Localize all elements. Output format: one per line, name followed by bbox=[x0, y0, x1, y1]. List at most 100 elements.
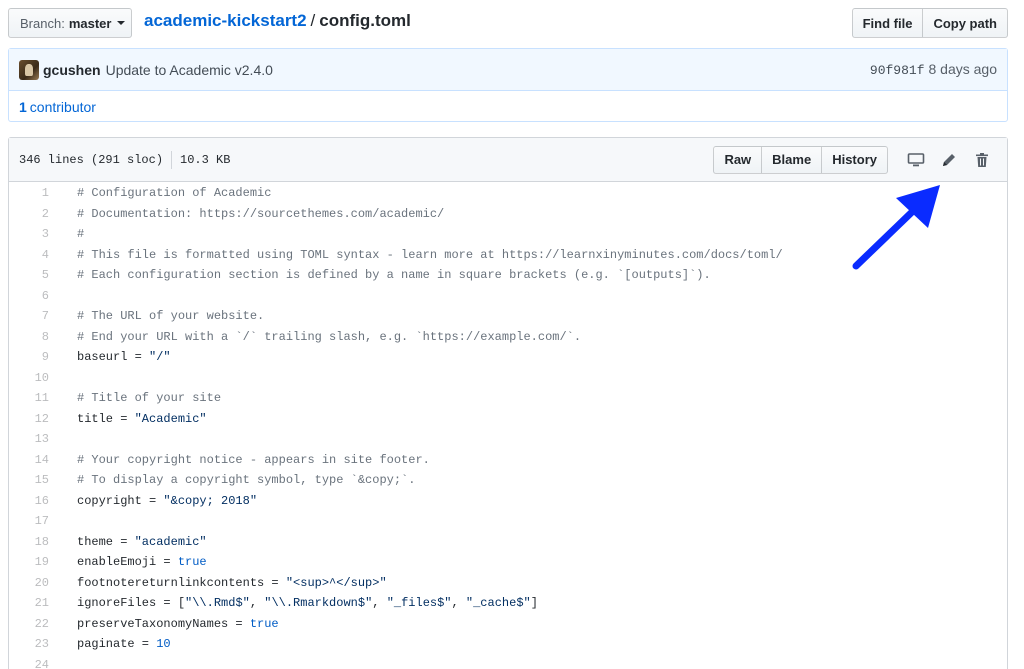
line-content: # Configuration of Academic bbox=[59, 186, 271, 200]
code-token: "\\.Rmd$" bbox=[185, 596, 250, 611]
file-viewer: 346 lines (291 sloc) 10.3 KB Raw Blame H… bbox=[8, 137, 1008, 669]
line-number[interactable]: 4 bbox=[9, 248, 59, 262]
contributors-row[interactable]: 1 contributor bbox=[9, 91, 1007, 122]
code-line: 4 # This file is formatted using TOML syn… bbox=[9, 245, 1007, 266]
line-number[interactable]: 10 bbox=[9, 371, 59, 385]
line-number[interactable]: 24 bbox=[9, 658, 59, 669]
code-line: 2 # Documentation: https://sourcethemes.c… bbox=[9, 204, 1007, 225]
line-number[interactable]: 21 bbox=[9, 596, 59, 610]
code-token: footnotereturnlinkcontents = bbox=[77, 575, 286, 590]
commit-meta: 90f981f 8 days ago bbox=[870, 61, 997, 78]
commit-author[interactable]: gcushen bbox=[43, 62, 101, 78]
code-line: 13 bbox=[9, 429, 1007, 450]
breadcrumb-separator: / bbox=[310, 11, 316, 30]
commit-tease: gcushen Update to Academic v2.4.0 90f981… bbox=[8, 48, 1008, 122]
find-file-button[interactable]: Find file bbox=[851, 8, 924, 38]
file-info-divider bbox=[171, 150, 173, 169]
line-number[interactable]: 12 bbox=[9, 412, 59, 426]
line-number[interactable]: 6 bbox=[9, 289, 59, 303]
line-content: # Each configuration section is defined … bbox=[59, 268, 711, 282]
chevron-down-icon bbox=[117, 21, 126, 25]
code-token: true bbox=[177, 555, 207, 570]
latest-commit-row: gcushen Update to Academic v2.4.0 90f981… bbox=[9, 49, 1007, 91]
desktop-icon[interactable] bbox=[901, 146, 931, 174]
file-info: 346 lines (291 sloc) 10.3 KB bbox=[19, 150, 230, 169]
code-line: 19 enableEmoji = true bbox=[9, 552, 1007, 573]
code-line: 8 # End your URL with a `/` trailing slas… bbox=[9, 327, 1007, 348]
code-token: ] bbox=[530, 596, 538, 611]
line-content: # Title of your site bbox=[59, 391, 221, 405]
history-button[interactable]: History bbox=[822, 145, 888, 174]
code-token: "<sup>^</sup>" bbox=[285, 575, 387, 590]
code-token: # Title of your site bbox=[77, 391, 222, 406]
code-token: copyright = bbox=[77, 493, 164, 508]
code-line: 15 # To display a copyright symbol, type … bbox=[9, 470, 1007, 491]
avatar[interactable] bbox=[19, 59, 39, 80]
file-nav-buttons: Find file Copy path bbox=[851, 8, 1008, 38]
code-token: # Your copyright notice - appears in sit… bbox=[77, 452, 430, 467]
code-token: "Academic" bbox=[134, 411, 207, 426]
line-number[interactable]: 23 bbox=[9, 637, 59, 651]
code-token: "_cache$" bbox=[465, 596, 531, 611]
breadcrumb-repo-link[interactable]: academic-kickstart2 bbox=[144, 11, 307, 30]
code-line: 20 footnotereturnlinkcontents = "<sup>^</… bbox=[9, 573, 1007, 594]
code-token: # Documentation: https://sourcethemes.co… bbox=[77, 206, 445, 221]
line-number[interactable]: 7 bbox=[9, 309, 59, 323]
code-token: # End your URL with a `/` trailing slash… bbox=[77, 329, 582, 344]
branch-select-button[interactable]: Branch: master bbox=[8, 8, 132, 38]
code-line: 12 title = "Academic" bbox=[9, 409, 1007, 430]
code-line: 3 # bbox=[9, 224, 1007, 245]
code-token: , bbox=[451, 596, 466, 611]
line-number[interactable]: 1 bbox=[9, 186, 59, 200]
code-token: paginate = bbox=[77, 637, 157, 652]
blame-button[interactable]: Blame bbox=[762, 145, 823, 174]
raw-button[interactable]: Raw bbox=[713, 145, 763, 174]
line-number[interactable]: 20 bbox=[9, 576, 59, 590]
line-number[interactable]: 14 bbox=[9, 453, 59, 467]
line-content: theme = "academic" bbox=[59, 535, 207, 549]
code-line: 17 bbox=[9, 511, 1007, 532]
line-number[interactable]: 19 bbox=[9, 555, 59, 569]
commit-sha[interactable]: 90f981f bbox=[870, 63, 925, 78]
code-line: 21 ignoreFiles = ["\\.Rmd$", "\\.Rmarkdow… bbox=[9, 593, 1007, 614]
code-token: , bbox=[249, 596, 265, 611]
file-navigation: Branch: master academic-kickstart2/confi… bbox=[8, 8, 1008, 38]
code-line: 11 # Title of your site bbox=[9, 388, 1007, 409]
line-number[interactable]: 9 bbox=[9, 350, 59, 364]
code-line: 10 bbox=[9, 368, 1007, 389]
code-line: 16 copyright = "&copy; 2018" bbox=[9, 491, 1007, 512]
line-content: # This file is formatted using TOML synt… bbox=[59, 248, 783, 262]
line-number[interactable]: 5 bbox=[9, 268, 59, 282]
line-content: # End your URL with a `/` trailing slash… bbox=[59, 330, 581, 344]
trash-icon[interactable] bbox=[967, 146, 997, 174]
code-token: baseurl = bbox=[77, 350, 150, 365]
line-content: baseurl = "/" bbox=[59, 350, 171, 364]
line-content: paginate = 10 bbox=[59, 637, 171, 651]
code-line: 24 bbox=[9, 655, 1007, 669]
code-token: "&copy; 2018" bbox=[163, 493, 258, 508]
line-number[interactable]: 22 bbox=[9, 617, 59, 631]
code-token: # Each configuration section is defined … bbox=[77, 268, 711, 283]
code-line: 23 paginate = 10 bbox=[9, 634, 1007, 655]
line-number[interactable]: 3 bbox=[9, 227, 59, 241]
code-line: 7 # The URL of your website. bbox=[9, 306, 1007, 327]
code-token: ignoreFiles = [ bbox=[77, 596, 186, 611]
line-number[interactable]: 2 bbox=[9, 207, 59, 221]
line-content: # Your copyright notice - appears in sit… bbox=[59, 453, 430, 467]
commit-message[interactable]: Update to Academic v2.4.0 bbox=[106, 62, 273, 78]
line-number[interactable]: 8 bbox=[9, 330, 59, 344]
code-line: 18 theme = "academic" bbox=[9, 532, 1007, 553]
branch-label: Branch: bbox=[20, 15, 65, 31]
line-number[interactable]: 16 bbox=[9, 494, 59, 508]
code-token: "academic" bbox=[134, 534, 207, 549]
line-number[interactable]: 13 bbox=[9, 432, 59, 446]
copy-path-button[interactable]: Copy path bbox=[923, 8, 1008, 38]
line-number[interactable]: 15 bbox=[9, 473, 59, 487]
line-number[interactable]: 11 bbox=[9, 391, 59, 405]
code-token: title = bbox=[77, 411, 135, 426]
pencil-icon[interactable] bbox=[934, 146, 964, 174]
line-number[interactable]: 17 bbox=[9, 514, 59, 528]
line-number[interactable]: 18 bbox=[9, 535, 59, 549]
code-line: 22 preserveTaxonomyNames = true bbox=[9, 614, 1007, 635]
code-token: # Configuration of Academic bbox=[77, 186, 272, 201]
